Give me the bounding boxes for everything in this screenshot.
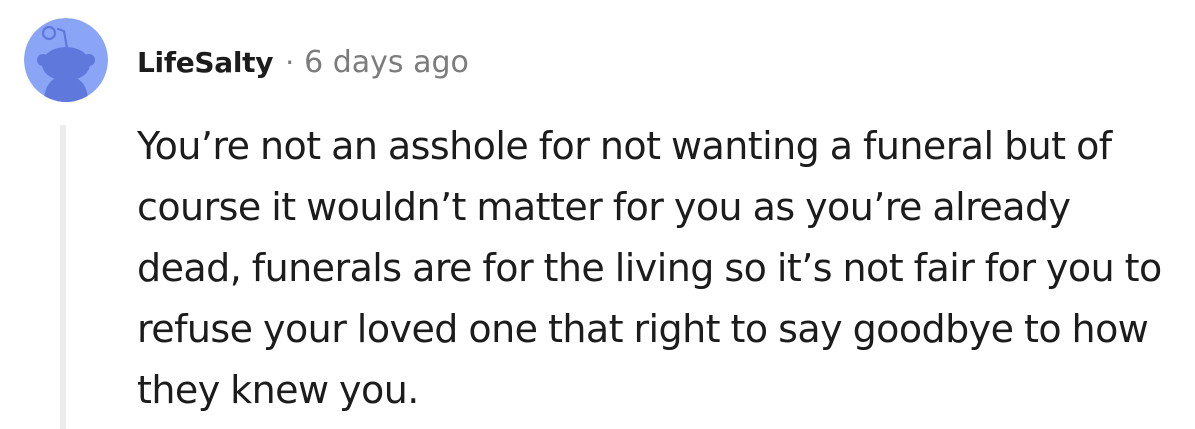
avatar[interactable]	[24, 18, 108, 102]
snoo-avatar-icon	[24, 18, 108, 102]
comment-body: You’re not an asshole for not wanting a …	[137, 124, 1162, 412]
comment-timestamp[interactable]: 6 days ago	[304, 45, 469, 80]
username-link[interactable]: LifeSalty	[137, 46, 274, 79]
comment-header: LifeSalty · 6 days ago	[137, 41, 469, 83]
meta-separator: ·	[285, 45, 295, 79]
thread-collapse-line[interactable]	[60, 125, 66, 429]
comment: LifeSalty · 6 days ago You’re not an ass…	[0, 0, 1195, 429]
